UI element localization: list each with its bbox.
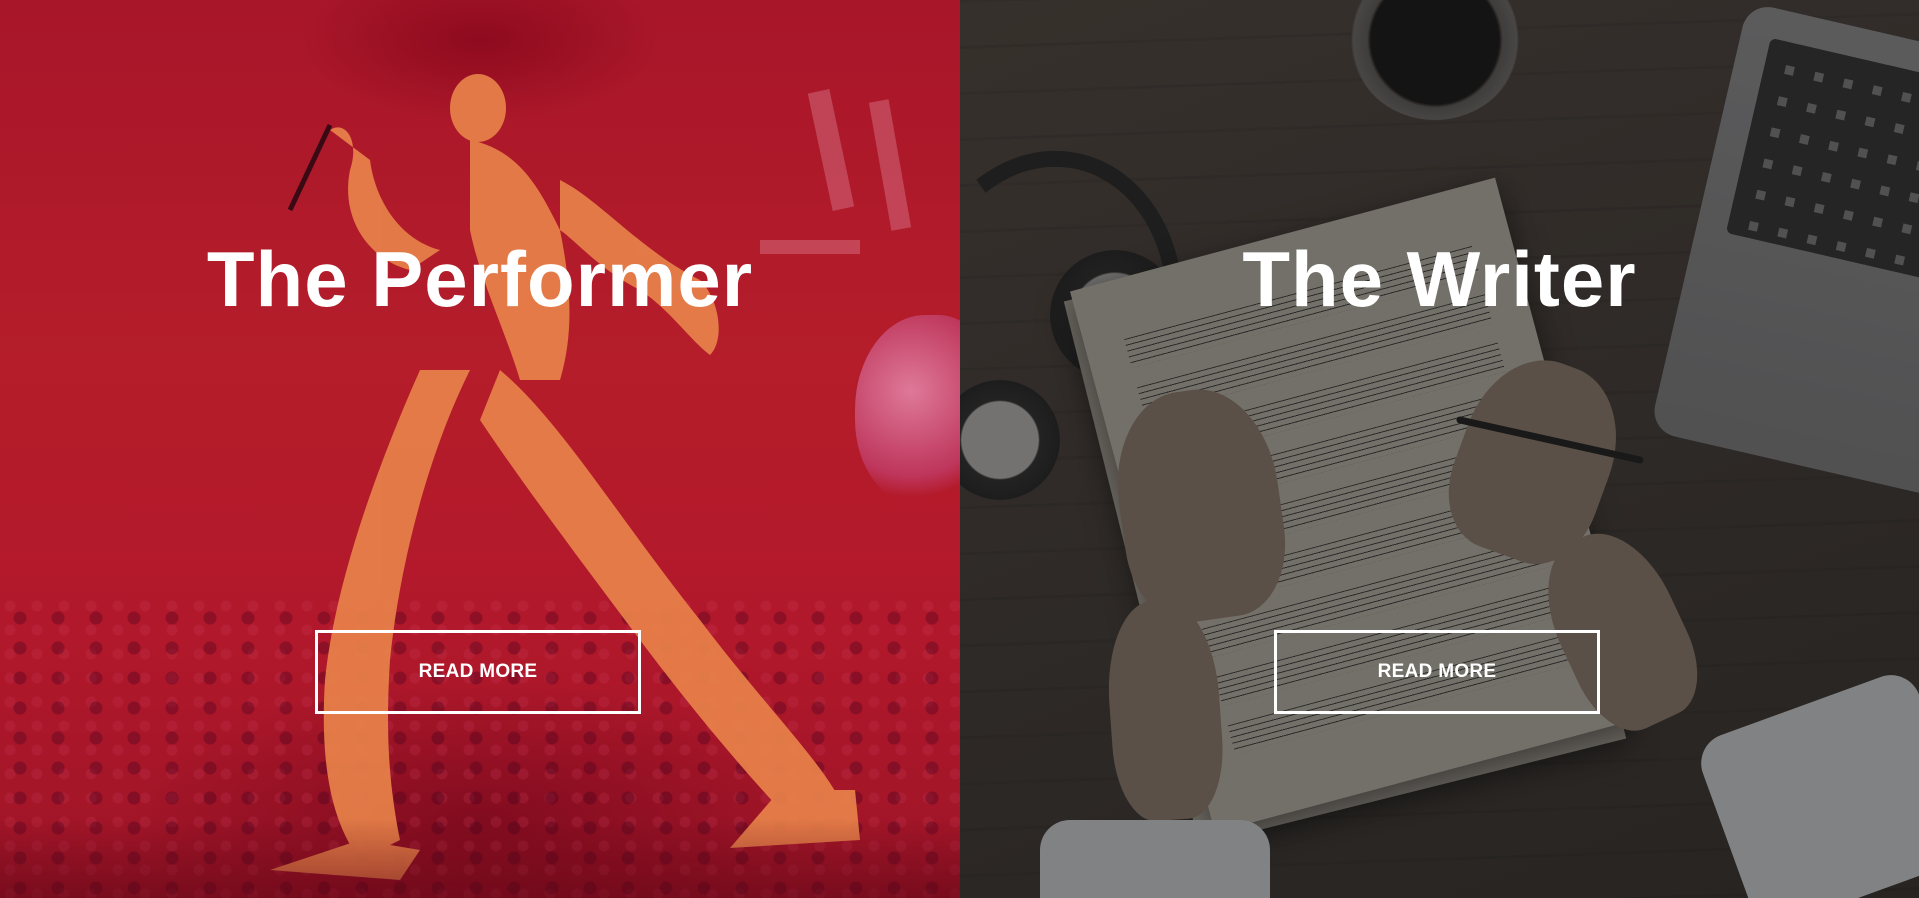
- writer-read-more-button[interactable]: READ MORE: [1274, 630, 1600, 714]
- writer-panel[interactable]: The Writer READ MORE: [960, 0, 1919, 898]
- performer-title: The Performer: [206, 235, 754, 323]
- performer-content: The Performer READ MORE: [0, 0, 960, 898]
- performer-panel[interactable]: The Performer READ MORE: [0, 0, 960, 898]
- split-hero: The Performer READ MORE The Writer READ …: [0, 0, 1919, 898]
- performer-read-more-button[interactable]: READ MORE: [315, 630, 641, 714]
- writer-title: The Writer: [1242, 235, 1637, 323]
- writer-content: The Writer READ MORE: [960, 0, 1919, 898]
